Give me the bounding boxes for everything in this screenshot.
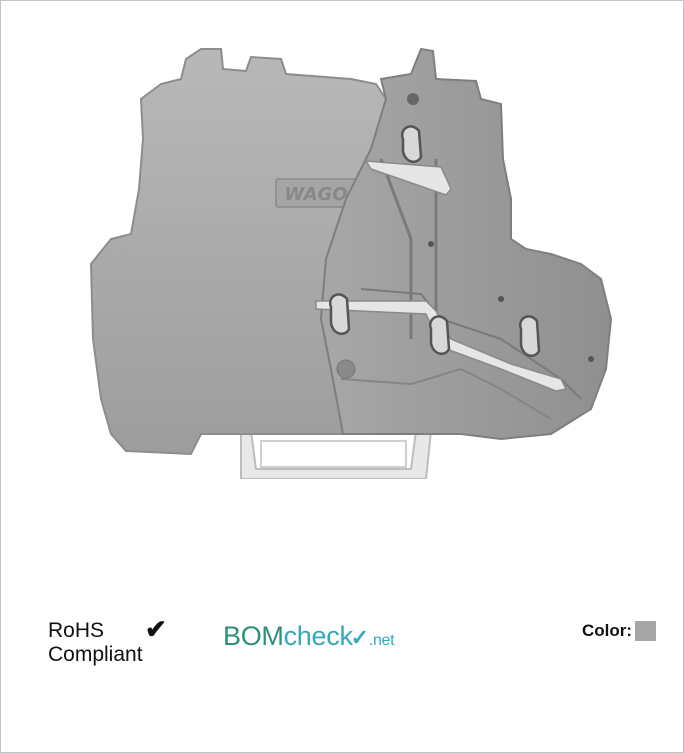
rohs-compliant-badge: RoHS ✔ Compliant — [48, 616, 167, 667]
bomcheck-logo: BOMcheck✓.net — [223, 620, 395, 657]
bomcheck-logo-part2: check — [283, 621, 353, 651]
checkmark-icon: ✔ — [145, 614, 167, 644]
bomcheck-logo-part3: .net — [368, 632, 395, 649]
color-indicator: Color: — [582, 621, 656, 641]
rohs-label: RoHS — [48, 619, 105, 642]
compliant-label: Compliant — [48, 643, 143, 666]
terminal-block-image: WAGO — [89, 47, 613, 479]
bomcheck-tick-icon: ✓ — [350, 625, 369, 650]
product-card: WAGO RoHS ✔ Compliant BOMcheck✓.net Colo… — [0, 0, 684, 753]
color-swatch — [635, 621, 656, 641]
svg-text:WAGO: WAGO — [284, 184, 347, 205]
bomcheck-logo-part1: BOM — [223, 621, 284, 651]
color-label: Color: — [581, 621, 632, 640]
